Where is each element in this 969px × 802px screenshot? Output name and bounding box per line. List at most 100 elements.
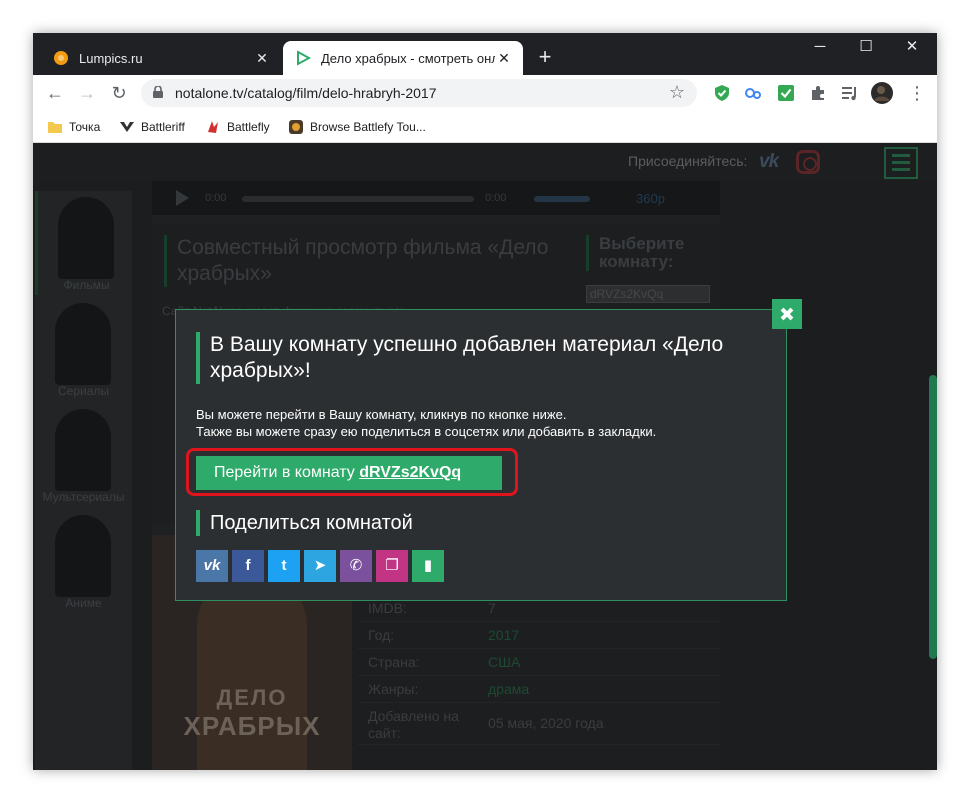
minimize-button[interactable]: ─ (797, 33, 843, 63)
bookmark-label: Точка (69, 120, 101, 134)
forward-button[interactable]: → (75, 81, 99, 105)
info-row-country: Страна: США (358, 649, 720, 676)
info-key: Год: (368, 627, 395, 643)
modal-text-line2: Также вы можете сразу ею поделиться в со… (196, 424, 657, 439)
folder-icon (48, 122, 62, 133)
tab-close-icon[interactable]: ✕ (495, 50, 513, 67)
room-select[interactable]: dRVZs2KvQq (586, 285, 710, 303)
url-text[interactable]: notalone.tv/catalog/film/delo-hrabryh-20… (175, 85, 437, 101)
close-window-button[interactable]: ✕ (889, 33, 935, 63)
bookmark-battlefy[interactable]: Browse Battlefy Tou... (288, 118, 426, 136)
tab-title: Lumpics.ru (79, 50, 143, 66)
go-button-label: Перейти в комнату (214, 464, 360, 481)
tab-strip: Lumpics.ru ✕ Дело храбрых - смотреть онл… (33, 33, 937, 75)
bookmark-star-icon[interactable]: ☆ (669, 82, 685, 103)
category-sidebar: Фильмы Сериалы Мультсериалы Аниме (35, 191, 132, 770)
new-tab-button[interactable]: + (533, 45, 557, 69)
poster-title-line1: ДЕЛО (216, 685, 288, 710)
category-series[interactable]: Сериалы (35, 297, 132, 401)
reload-button[interactable]: ↻ (107, 81, 131, 105)
vk-social-icon[interactable]: vk (759, 151, 787, 172)
share-twitter-icon[interactable]: t (268, 550, 300, 582)
site-header: Присоединяйтесь: vk (33, 143, 937, 181)
battleriff-icon (120, 122, 134, 132)
address-bar[interactable]: notalone.tv/catalog/film/delo-hrabryh-20… (141, 79, 697, 107)
info-row-genres: Жанры: драма (358, 676, 720, 703)
bookmark-label: Browse Battlefy Tou... (310, 120, 426, 134)
back-button[interactable]: ← (43, 81, 67, 105)
battlefy-icon (289, 120, 303, 134)
share-telegram-icon[interactable]: ➤ (304, 550, 336, 582)
web-page: Присоединяйтесь: vk Фильмы Сериалы Мульт… (33, 143, 937, 770)
translate-extension-icon[interactable] (744, 84, 762, 102)
poster-title-line2: ХРАБРЫХ (183, 711, 321, 741)
info-key: IMDB: (368, 600, 407, 616)
quality-label[interactable]: 360p (636, 191, 665, 206)
joint-watch-title: Совместный просмотр фильма «Дело храбрых… (164, 235, 564, 287)
go-to-room-button[interactable]: Перейти в комнату dRVZs2KvQq (196, 456, 502, 490)
share-title: Поделиться комнатой (196, 510, 596, 536)
info-key: Страна: (368, 654, 420, 670)
total-time: 0:00 (485, 192, 507, 204)
category-films[interactable]: Фильмы (35, 191, 132, 295)
modal-text: Вы можете перейти в Вашу комнату, кликну… (196, 406, 776, 440)
tab-close-icon[interactable]: ✕ (253, 50, 271, 67)
info-value: 7 (488, 600, 496, 616)
modal-title: В Вашу комнату успешно добавлен материал… (196, 332, 766, 384)
category-label: Аниме (65, 596, 102, 610)
info-key: Добавлено на сайт: (368, 708, 459, 741)
bookmark-label: Battlefly (227, 120, 270, 134)
info-value-link[interactable]: 2017 (488, 627, 519, 643)
video-player-controls: 0:00 0:00 360p (152, 181, 720, 215)
scrollbar-thumb[interactable] (929, 375, 937, 659)
puzzle-extensions-icon[interactable] (809, 84, 827, 102)
room-code[interactable]: dRVZs2KvQq (359, 464, 461, 481)
bookmark-icon[interactable]: ▮ (412, 550, 444, 582)
site-menu-button[interactable] (884, 147, 918, 179)
check-extension-icon[interactable] (777, 84, 795, 102)
current-time: 0:00 (205, 192, 227, 204)
browser-menu-icon[interactable]: ⋮ (905, 81, 929, 105)
bookmark-battleriff[interactable]: Battleriff (119, 118, 185, 136)
tab-lumpics[interactable]: Lumpics.ru ✕ (41, 41, 281, 75)
share-vk-icon[interactable]: vk (196, 550, 228, 582)
category-label: Сериалы (57, 384, 110, 398)
battlefly-icon (208, 121, 218, 133)
share-buttons: vk f t ➤ ✆ ❐ ▮ (196, 550, 448, 582)
pick-room-label: Выберите комнату: (586, 235, 696, 271)
maximize-button[interactable]: ☐ (843, 33, 889, 63)
info-row-year: Год: 2017 (358, 622, 720, 649)
bookmark-battlefly[interactable]: Battlefly (205, 118, 270, 136)
browser-window: Lumpics.ru ✕ Дело храбрых - смотреть онл… (33, 33, 937, 770)
info-row-added: Добавлено на сайт: 05 мая, 2020 года (358, 703, 720, 745)
info-key: Жанры: (368, 681, 419, 697)
info-value-link[interactable]: США (488, 654, 520, 670)
category-cartoons[interactable]: Мультсериалы (35, 403, 132, 507)
profile-avatar[interactable] (871, 82, 893, 104)
category-label: Фильмы (63, 278, 110, 292)
play-favicon-icon (297, 50, 311, 66)
bookmark-label: Battleriff (141, 120, 185, 134)
volume-slider[interactable] (534, 196, 590, 202)
film-info-table: IMDB: 7 Год: 2017 Страна: США Жанры: дра… (358, 595, 720, 745)
category-label: Мультсериалы (42, 490, 125, 504)
copy-link-icon[interactable]: ❐ (376, 550, 408, 582)
shield-extension-icon[interactable] (713, 84, 731, 102)
tab-title: Дело храбрых - смотреть онла (321, 50, 495, 66)
lock-icon[interactable] (153, 86, 163, 98)
series-image (55, 303, 111, 385)
cartoons-image (55, 409, 111, 491)
category-anime[interactable]: Аниме (35, 509, 132, 613)
media-controls-icon[interactable] (841, 84, 859, 102)
instagram-social-icon[interactable] (796, 150, 820, 174)
share-viber-icon[interactable]: ✆ (340, 550, 372, 582)
bookmarks-bar: Точка Battleriff Battlefly Browse Battle… (33, 111, 937, 143)
anime-image (55, 515, 111, 597)
info-value-link[interactable]: драма (488, 681, 529, 697)
play-icon[interactable] (176, 190, 189, 206)
tab-notalone[interactable]: Дело храбрых - смотреть онла ✕ (283, 41, 523, 75)
modal-close-icon[interactable] (772, 299, 802, 329)
share-facebook-icon[interactable]: f (232, 550, 264, 582)
progress-bar[interactable] (242, 196, 474, 202)
bookmark-tochka[interactable]: Точка (47, 118, 100, 136)
